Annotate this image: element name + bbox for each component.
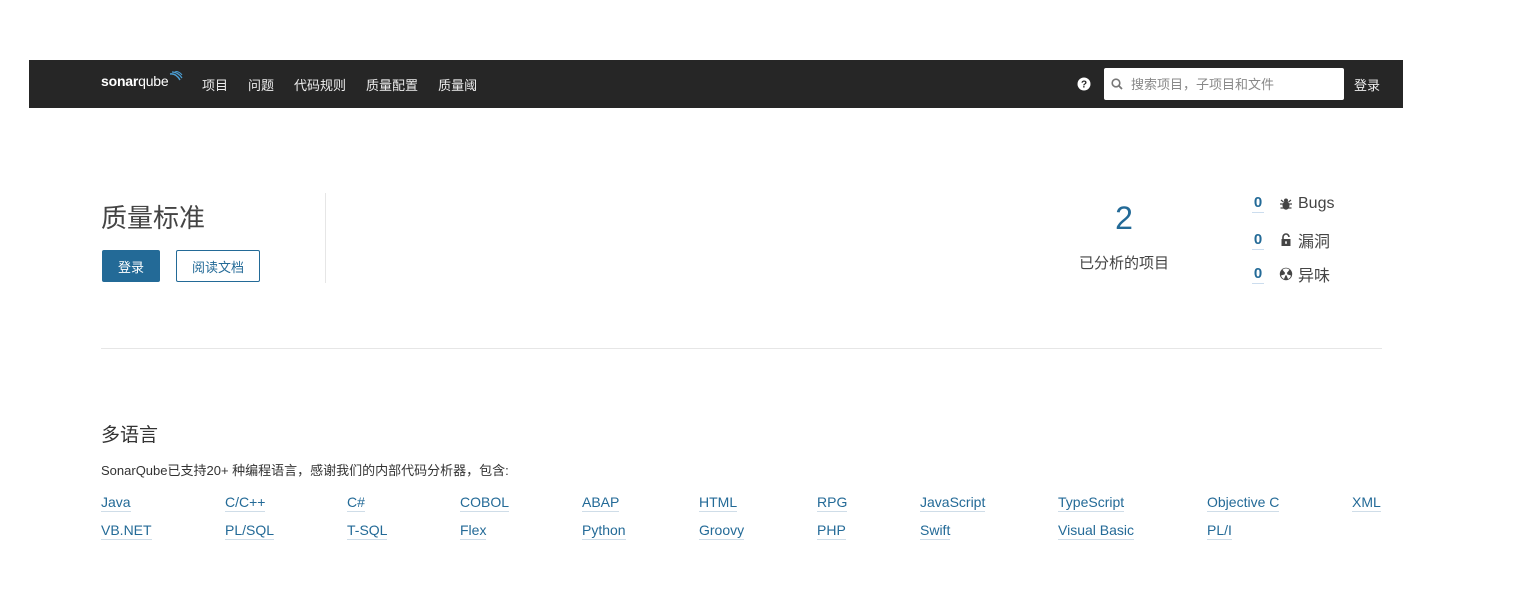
nav-rules[interactable]: 代码规则 [294, 75, 346, 94]
language-link[interactable]: Java [101, 494, 131, 512]
language-link[interactable]: Groovy [699, 522, 745, 540]
svg-text:?: ? [1081, 80, 1087, 91]
vertical-divider [325, 193, 326, 283]
search-box[interactable] [1104, 68, 1344, 100]
metric-bugs: 0 Bugs [1252, 194, 1334, 213]
language-link[interactable]: T-SQL [347, 522, 388, 540]
analyzed-projects-label: 已分析的项目 [1078, 255, 1169, 272]
read-docs-button[interactable]: 阅读文档 [176, 250, 260, 282]
page-title: 质量标准 [101, 203, 206, 233]
section-divider [101, 348, 1382, 349]
nav-login-link[interactable]: 登录 [1354, 75, 1380, 94]
language-link[interactable]: PL/SQL [225, 522, 275, 540]
lock-icon [1279, 233, 1293, 247]
bugs-count[interactable]: 0 [1252, 194, 1264, 213]
language-link[interactable]: Visual Basic [1058, 522, 1135, 540]
help-icon[interactable]: ? [1077, 77, 1091, 91]
nav-quality-profiles[interactable]: 质量配置 [366, 75, 418, 94]
language-link[interactable]: JavaScript [920, 494, 986, 512]
language-link[interactable]: ABAP [582, 494, 620, 512]
logo-text-qube: qube [138, 73, 169, 89]
language-link[interactable]: PL/I [1207, 522, 1232, 540]
code-smells-label: 异味 [1298, 268, 1331, 285]
search-input[interactable] [1129, 75, 1338, 93]
analyzed-projects-count[interactable]: 2 [1080, 200, 1168, 237]
language-link[interactable]: Flex [460, 522, 487, 540]
language-link[interactable]: Swift [920, 522, 951, 540]
top-navbar: sonarqube 项目 问题 代码规则 质量配置 质量阈 ? 登录 [29, 60, 1403, 108]
nav-links: 项目 问题 代码规则 质量配置 质量阈 [202, 60, 497, 108]
languages-title: 多语言 [101, 425, 159, 446]
search-icon [1111, 78, 1123, 90]
nav-projects[interactable]: 项目 [202, 75, 228, 94]
metric-vulnerabilities: 0 漏洞 [1252, 228, 1330, 252]
metric-code-smells: 0 异味 [1252, 262, 1330, 286]
vulnerabilities-label: 漏洞 [1298, 234, 1331, 251]
logo-text-sonar: sonar [101, 73, 139, 89]
vulnerabilities-count[interactable]: 0 [1252, 231, 1264, 250]
language-link[interactable]: C# [347, 494, 365, 512]
nav-quality-gates[interactable]: 质量阈 [438, 75, 477, 94]
language-link[interactable]: Objective C [1207, 494, 1280, 512]
logo-waves-icon [170, 71, 183, 81]
code-smell-icon [1279, 267, 1293, 281]
nav-issues[interactable]: 问题 [248, 75, 274, 94]
languages-description: SonarQube已支持20+ 种编程语言，感谢我们的内部代码分析器，包含: [101, 463, 509, 478]
language-link[interactable]: PHP [817, 522, 846, 540]
sonarqube-logo[interactable]: sonar qube [101, 71, 183, 89]
language-link[interactable]: C/C++ [225, 494, 266, 512]
code-smells-count[interactable]: 0 [1252, 265, 1264, 284]
language-link[interactable]: Python [582, 522, 626, 540]
language-link[interactable]: RPG [817, 494, 848, 512]
language-link[interactable]: XML [1352, 494, 1381, 512]
language-link[interactable]: COBOL [460, 494, 510, 512]
login-button[interactable]: 登录 [102, 250, 160, 282]
bug-icon [1279, 197, 1293, 211]
language-link[interactable]: HTML [699, 494, 738, 512]
language-link[interactable]: TypeScript [1058, 494, 1125, 512]
bugs-label: Bugs [1298, 194, 1335, 212]
language-link[interactable]: VB.NET [101, 522, 152, 540]
